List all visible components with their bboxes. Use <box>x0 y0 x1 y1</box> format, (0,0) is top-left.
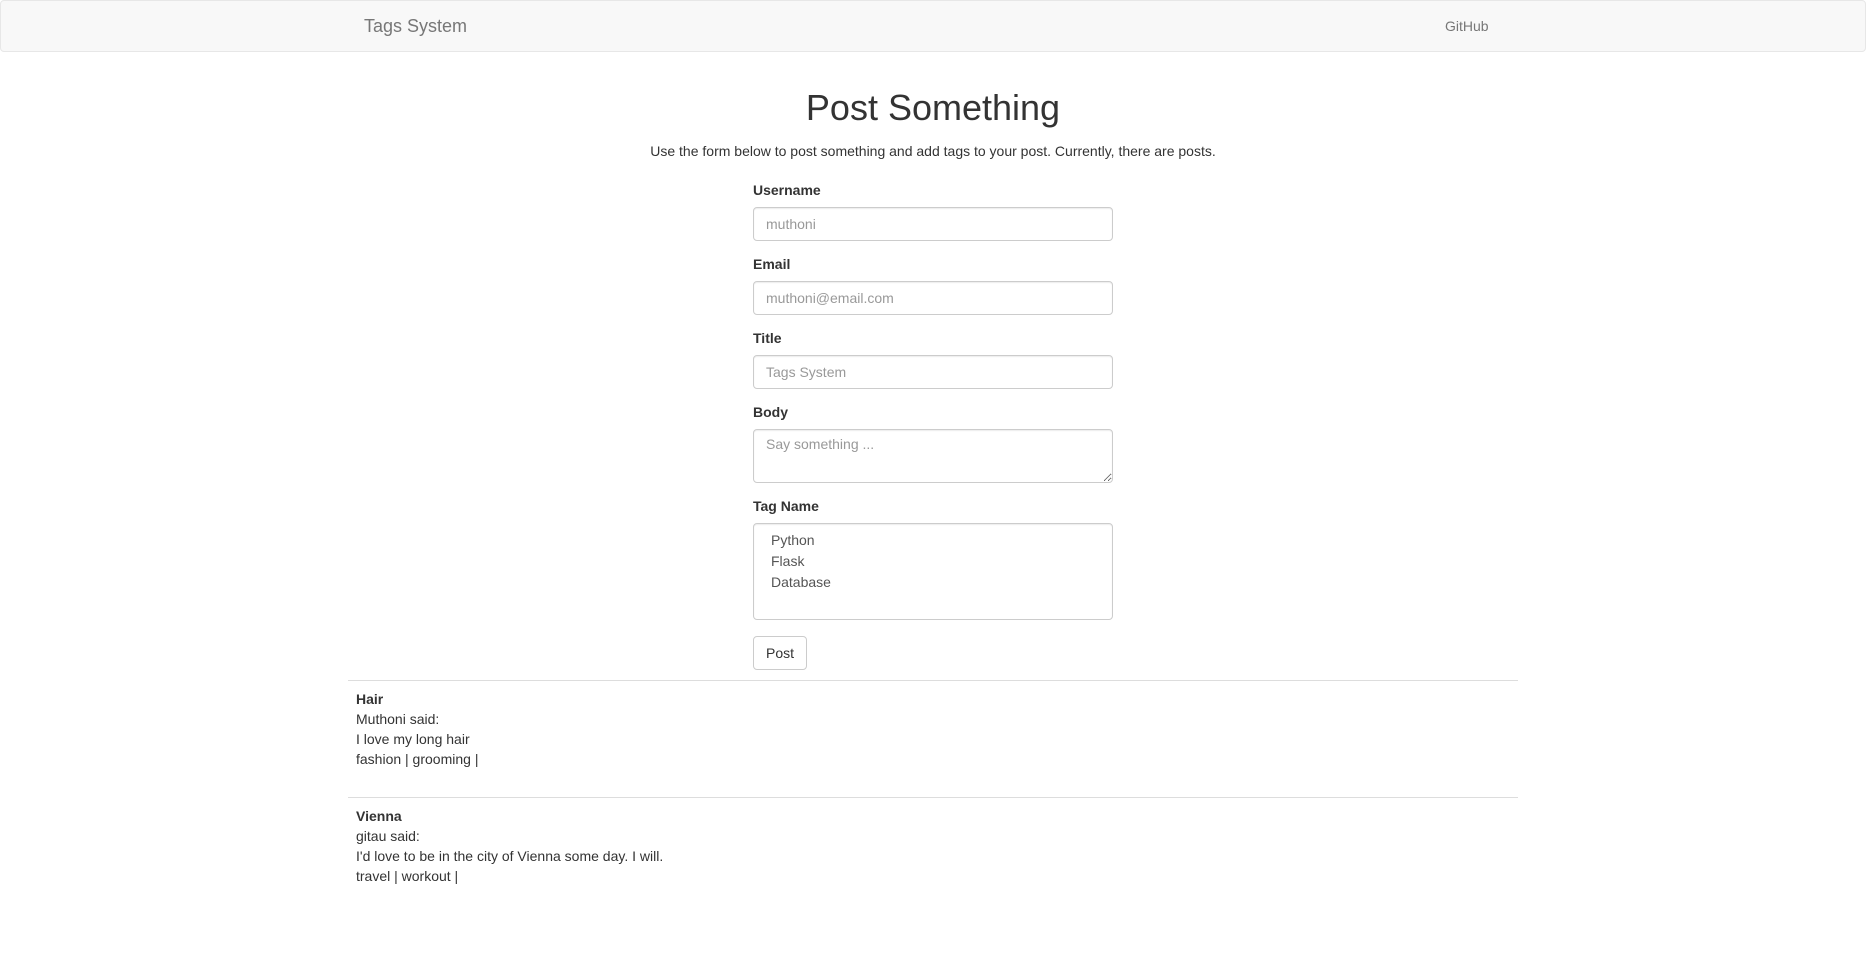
post-title: Hair <box>356 691 384 707</box>
post-body: I love my long hair <box>356 731 470 747</box>
page-title: Post Something <box>805 87 1061 128</box>
email-input[interactable] <box>753 281 1113 315</box>
post-tags: fashion | grooming | <box>356 751 479 767</box>
post-body: I'd love to be in the city of Vienna som… <box>356 848 664 864</box>
tag-option-database[interactable]: Database <box>766 572 1100 593</box>
navbar-brand[interactable]: Tags System <box>364 16 467 37</box>
page-lead: Use the form below to post something and… <box>650 143 1216 159</box>
title-label: Title <box>753 330 782 346</box>
tag-name-select[interactable]: Python Flask Database <box>753 523 1113 620</box>
tag-option-python[interactable]: Python <box>766 530 1100 551</box>
username-label: Username <box>753 182 821 198</box>
body-label: Body <box>753 404 788 420</box>
email-label: Email <box>753 256 791 272</box>
body-textarea[interactable] <box>753 429 1113 483</box>
post-item: Hair Muthoni said: I love my long hair f… <box>348 680 1518 777</box>
post-tags: travel | workout | <box>356 868 459 884</box>
tag-name-label: Tag Name <box>753 498 819 514</box>
post-title: Vienna <box>356 808 402 824</box>
nav-link-github[interactable]: GitHub <box>1445 18 1489 34</box>
username-input[interactable] <box>753 207 1113 241</box>
post-item: Vienna gitau said: I'd love to be in the… <box>348 797 1518 894</box>
tag-option-flask[interactable]: Flask <box>766 551 1100 572</box>
post-author: Muthoni said: <box>356 711 440 727</box>
post-button[interactable]: Post <box>753 636 807 670</box>
post-author: gitau said: <box>356 828 420 844</box>
navbar: Tags System GitHub <box>0 0 1866 52</box>
title-input[interactable] <box>753 355 1113 389</box>
